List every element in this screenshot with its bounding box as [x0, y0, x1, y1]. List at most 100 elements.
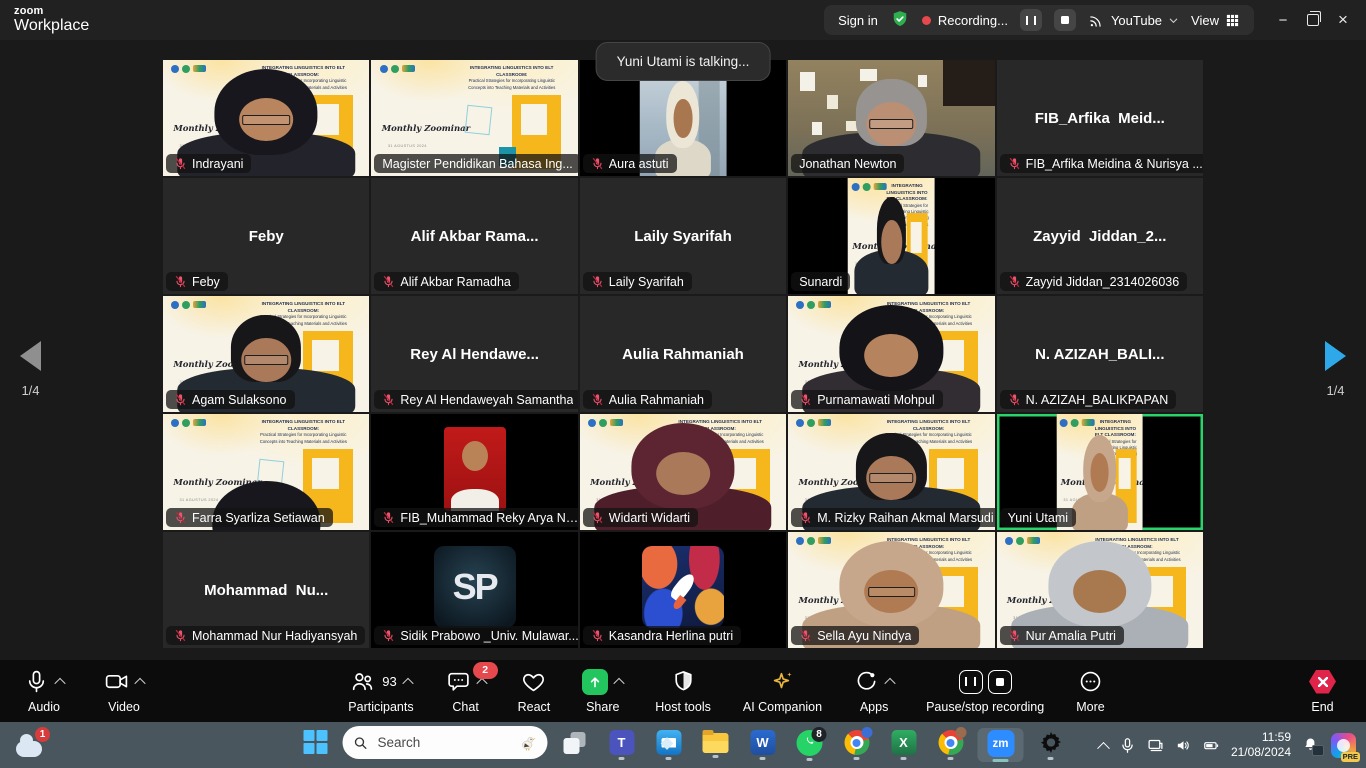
toolbar-more-button[interactable]: More — [1076, 669, 1104, 714]
chevron-up-icon[interactable] — [884, 677, 895, 688]
toolbar-end-button[interactable]: End — [1309, 669, 1336, 714]
logo-dot-icon — [807, 537, 815, 545]
participant-tile[interactable]: INTEGRATING LINGUISTICS INTO ELT CLASSRO… — [163, 414, 369, 530]
participant-tile[interactable]: Laily SyarifahLaily Syarifah — [580, 178, 786, 294]
sign-in-button[interactable]: Sign in — [838, 13, 878, 28]
slide-title-line3: Concepts into Teaching Materials and Act… — [871, 439, 987, 445]
toolbar-host-tools-button[interactable]: Host tools — [655, 669, 711, 714]
slide-logos — [852, 183, 887, 191]
participant-tile[interactable]: INTEGRATING LINGUISTICS INTO ELT CLASSRO… — [788, 532, 994, 648]
logo-dot-icon — [796, 419, 804, 427]
restore-button[interactable] — [1298, 5, 1328, 35]
chevron-up-icon[interactable] — [54, 677, 65, 688]
close-button[interactable]: × — [1328, 5, 1358, 35]
toolbar-audio-button[interactable]: Audio — [24, 669, 64, 714]
focus-badge — [1312, 745, 1324, 756]
copilot-icon[interactable]: PRE — [1331, 733, 1356, 758]
taskbar-item-zoom[interactable]: zm — [978, 728, 1024, 762]
participant-tile[interactable]: INTEGRATING LINGUISTICS INTO ELT CLASSRO… — [997, 414, 1203, 530]
participant-name-label: Farra Syarliza Setiawan — [166, 508, 333, 527]
participant-tile[interactable]: Mohammad Nu...Mohammad Nur Hadiyansyah — [163, 532, 369, 648]
taskbar-item-file-explorer[interactable] — [696, 733, 736, 758]
view-button[interactable]: View — [1191, 13, 1240, 28]
livestream-youtube-button[interactable]: YouTube — [1088, 12, 1179, 29]
toolbar-chat-label: Chat — [452, 700, 478, 714]
participant-tile[interactable]: Jonathan Newton — [788, 60, 994, 176]
participant-tile[interactable]: FIB_Muhammad Reky Arya Nu... — [371, 414, 577, 530]
taskbar-item-whatsapp[interactable]: 8 — [790, 730, 830, 761]
participant-tile[interactable]: INTEGRATING LINGUISTICS INTO ELT CLASSRO… — [163, 60, 369, 176]
toolbar-end-icon-row — [1309, 669, 1336, 695]
taskbar-item-task-view[interactable] — [555, 731, 595, 760]
logo-dot-icon — [863, 183, 871, 191]
participant-tile[interactable]: Alif Akbar Rama...Alif Akbar Ramadha — [371, 178, 577, 294]
chrome-icon — [844, 730, 869, 755]
participant-tile[interactable]: FebyFeby — [163, 178, 369, 294]
tray-battery-icon[interactable] — [1203, 737, 1220, 754]
toolbar-participants-button[interactable]: 93Participants — [348, 669, 413, 714]
previous-page-button[interactable]: 1/4 — [14, 340, 47, 399]
chevron-up-icon[interactable] — [476, 677, 487, 688]
participant-name-label: Nur Amalia Putri — [1000, 626, 1124, 645]
chevron-up-icon[interactable] — [134, 677, 145, 688]
taskbar-item-chrome-1[interactable] — [837, 730, 877, 760]
participant-name-label: Alif Akbar Ramadha — [374, 272, 518, 291]
logo-dot-icon — [807, 301, 815, 309]
stop-icon — [1061, 16, 1069, 24]
notification-bell-icon[interactable] — [1302, 736, 1320, 754]
taskbar-item-mail[interactable] — [649, 730, 689, 760]
toolbar-react-button[interactable]: React — [518, 669, 551, 714]
tray-volume-icon[interactable] — [1175, 737, 1192, 754]
taskbar-item-chrome-2[interactable] — [931, 730, 971, 760]
participant-tile[interactable]: FIB_Arfika Meid...FIB_Arfika Meidina & N… — [997, 60, 1203, 176]
taskbar-item-search[interactable]: Search — [343, 726, 548, 764]
slide-title-line3: Concepts into Teaching Materials and Act… — [662, 439, 778, 445]
muted-mic-icon — [174, 511, 187, 524]
pause-recording-button[interactable] — [1020, 9, 1042, 31]
participant-tile[interactable]: Aulia RahmaniahAulia Rahmaniah — [580, 296, 786, 412]
toolbar-share-icon-row — [582, 669, 623, 695]
taskbar-item-settings[interactable] — [1031, 730, 1071, 760]
participant-tile[interactable]: Rey Al Hendawe...Rey Al Hendaweyah Saman… — [371, 296, 577, 412]
file-explorer-icon — [703, 733, 729, 753]
participant-tile[interactable]: INTEGRATING LINGUISTICS INTO ELT CLASSRO… — [788, 414, 994, 530]
taskbar-item-excel[interactable]: X — [884, 730, 924, 760]
taskbar-item-teams[interactable]: T — [602, 730, 642, 760]
participant-tile[interactable]: Zayyid Jiddan_2...Zayyid Jiddan_23140260… — [997, 178, 1203, 294]
participant-tile[interactable]: INTEGRATING LINGUISTICS INTO ELT CLASSRO… — [163, 296, 369, 412]
cloud-icon — [16, 741, 42, 757]
toolbar-share-button[interactable]: Share — [582, 669, 623, 714]
slide-title-line2: Practical Strategies for Incorporating L… — [871, 314, 987, 320]
stop-recording-button[interactable] — [1054, 9, 1076, 31]
participant-tile[interactable]: INTEGRATING LINGUISTICS INTO ELT CLASSRO… — [788, 296, 994, 412]
chevron-up-icon[interactable] — [614, 677, 625, 688]
toolbar-video-button[interactable]: Video — [104, 669, 144, 714]
next-page-button[interactable]: 1/4 — [1319, 340, 1352, 399]
participant-tile[interactable]: Kasandra Herlina putri — [580, 532, 786, 648]
toolbar-ai-companion-button[interactable]: AI Companion — [743, 669, 822, 714]
weather-widget[interactable]: 1 — [16, 730, 46, 760]
taskbar-item-word[interactable]: W — [743, 730, 783, 760]
tray-display-icon[interactable] — [1147, 737, 1164, 754]
slide-script-subtext: 31 AGUSTUS 2024 — [388, 144, 427, 148]
toolbar-pause-stop-recording-button[interactable]: Pause/stop recording — [926, 669, 1044, 714]
participant-tile[interactable]: INTEGRATING LINGUISTICS INTO ELT CLASSRO… — [997, 532, 1203, 648]
toolbar-chat-button[interactable]: 2Chat — [446, 669, 486, 714]
slide-logos — [588, 419, 623, 427]
tray-expand-icon[interactable] — [1097, 741, 1110, 754]
minimize-button[interactable]: − — [1268, 5, 1298, 35]
taskbar-item-start[interactable] — [296, 730, 336, 760]
participant-tile[interactable]: INTEGRATING LINGUISTICS INTO ELT CLASSRO… — [580, 414, 786, 530]
participant-tile[interactable]: N. AZIZAH_BALI...N. AZIZAH_BALIKPAPAN — [997, 296, 1203, 412]
tray-mic-icon[interactable] — [1119, 737, 1136, 754]
participant-tile[interactable]: INTEGRATING LINGUISTICS INTO ELT CLASSRO… — [788, 178, 994, 294]
muted-mic-icon — [591, 157, 604, 170]
toolbar-apps-button[interactable]: Apps — [854, 669, 894, 714]
chevron-up-icon[interactable] — [402, 677, 413, 688]
slide-title-line2: Practical Strategies for Incorporating L… — [662, 432, 778, 438]
participant-tile[interactable]: SPSidik Prabowo _Univ. Mulawar... — [371, 532, 577, 648]
participant-tile[interactable]: INTEGRATING LINGUISTICS INTO ELT CLASSRO… — [371, 60, 577, 176]
slide-title-line1: INTEGRATING LINGUISTICS INTO ELT CLASSRO… — [454, 65, 570, 79]
slide-door-shape — [1115, 449, 1136, 523]
taskbar-clock[interactable]: 11:59 21/08/2024 — [1231, 730, 1291, 760]
